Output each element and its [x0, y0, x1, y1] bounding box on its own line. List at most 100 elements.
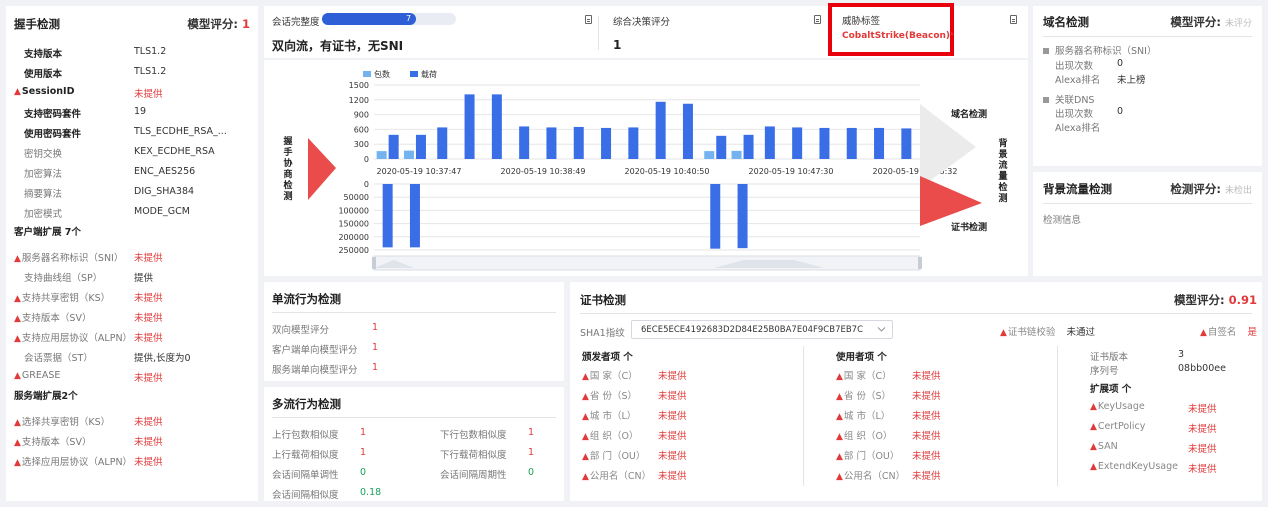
multi-flow-value: 1: [360, 427, 367, 438]
bar-payload[interactable]: [601, 127, 612, 159]
multi-flow-value: 1: [528, 447, 535, 458]
handshake-row: ▲SessionID: [14, 86, 74, 97]
document-icon[interactable]: [585, 15, 592, 24]
bar-packets[interactable]: [731, 150, 742, 159]
bar-packets[interactable]: [704, 151, 715, 159]
warning-icon: ▲: [14, 458, 21, 468]
handshake-row: 支持曲线组（SP）: [14, 270, 102, 284]
single-flow-panel: 单流行为检测 双向模型评分 1 客户端单向模型评分 1 服务端单向模型评分 1: [264, 282, 564, 381]
bar-packets[interactable]: [403, 150, 414, 159]
left-label-char: 手: [283, 146, 292, 158]
bar-payload[interactable]: [491, 94, 502, 159]
threat-value-text: CobaltStrike(Beacon): [842, 31, 951, 41]
multi-flow-panel: 多流行为检测 上行包数相似度 1 上行载荷相似度 1 会话间隔单调性 0 会话间隔相似度 0.…: [264, 387, 564, 501]
handshake-row: 支持密码套件: [14, 106, 81, 120]
warning-icon: ▲: [836, 392, 843, 402]
lower-tick: 50000: [344, 193, 369, 202]
cert-field-value: 未提供: [912, 411, 941, 422]
handshake-row: ▲选择共享密钥（KS）: [14, 414, 110, 428]
bar-payload[interactable]: [628, 127, 639, 159]
serial-label: 序列号: [1090, 366, 1119, 377]
bar-lower[interactable]: [710, 184, 721, 249]
handshake-row: 加密模式: [14, 206, 62, 220]
bar-payload[interactable]: [682, 103, 693, 159]
bar-lower[interactable]: [737, 184, 748, 249]
row-label: 支持应用层协议（ALPN）: [21, 333, 133, 344]
multi-flow-value: 0.18: [360, 487, 382, 498]
bar-payload[interactable]: [792, 127, 803, 159]
bg-score-label: 检测评分:: [1170, 182, 1221, 196]
bar-payload[interactable]: [655, 101, 666, 159]
cert-ext-value: 未提供: [1188, 424, 1217, 435]
dns-alexa-label: Alexa排名: [1055, 123, 1101, 134]
bar-payload[interactable]: [819, 127, 830, 159]
bar-payload[interactable]: [415, 134, 426, 159]
cert-field-label: 城 市（L）: [589, 411, 637, 422]
handshake-row: ▲GREASE: [14, 370, 60, 381]
bar-payload[interactable]: [764, 126, 775, 159]
bar-payload[interactable]: [716, 135, 727, 159]
handshake-row: ▲支持版本（SV）: [14, 310, 91, 324]
domain-score: 模型评分: 未评分: [1170, 14, 1252, 30]
row-label: 密钥交换: [24, 149, 63, 160]
sha1-select[interactable]: 6ECE5ECE4192683D2D84E25B0BA7E04F9CB7EB7C: [631, 320, 893, 339]
cert-field-label: 公用名（CN）: [843, 471, 906, 482]
slider-handle-right[interactable]: [918, 257, 922, 269]
cert-field: ▲省 份（S）: [582, 388, 637, 402]
bar-payload[interactable]: [388, 134, 399, 159]
row-label: 使用密码套件: [24, 129, 82, 140]
bg-traffic-score: 检测评分: 未检出: [1170, 181, 1252, 197]
multi-flow-label: 会话间隔单调性: [272, 470, 339, 481]
cert-field-label: 国 家（C）: [843, 371, 892, 382]
single-flow-value: 1: [372, 322, 379, 333]
handshake-row: ▲支持共享密钥（KS）: [14, 290, 110, 304]
bg-traffic-title: 背景流量检测: [1043, 182, 1112, 196]
single-flow-value: 1: [372, 362, 379, 373]
single-flow-label: 客户端单向模型评分: [272, 345, 358, 356]
handshake-row: 使用密码套件: [14, 126, 81, 140]
single-flow-title: 单流行为检测: [272, 292, 341, 306]
bar-payload[interactable]: [437, 127, 448, 159]
bar-lower[interactable]: [382, 184, 393, 248]
domain-panel: 域名检测 模型评分: 未评分 服务器名称标识（SNI） 出现次数 0 Alexa…: [1033, 6, 1262, 166]
server-ext-title: 服务端扩展2个: [14, 391, 78, 402]
handshake-score-value: 1: [241, 17, 250, 31]
chain-value: 未通过: [1066, 327, 1095, 338]
handshake-row: 支持版本: [14, 46, 62, 60]
cert-field: ▲城 市（L）: [836, 408, 890, 422]
row-label: 摘要算法: [24, 189, 63, 200]
bar-payload[interactable]: [901, 128, 912, 159]
multi-flow-title: 多流行为检测: [272, 397, 341, 411]
square-icon: [1043, 97, 1049, 103]
bar-payload[interactable]: [464, 94, 475, 159]
lower-tick: 150000: [338, 220, 369, 229]
right-mid-label-char: 景: [998, 149, 1007, 160]
zoom-slider[interactable]: [373, 255, 921, 271]
bar-packets[interactable]: [376, 151, 387, 159]
multi-flow-value: 0: [528, 467, 535, 478]
document-icon[interactable]: [1010, 15, 1017, 24]
cert-score-label: 模型评分:: [1174, 293, 1225, 307]
warning-icon: ▲: [582, 412, 589, 422]
row-label: 服务器名称标识（SNI）: [21, 253, 124, 264]
left-arrow-icon: [308, 138, 336, 200]
handshake-row: 加密算法: [14, 166, 62, 180]
cert-field: ▲公用名（CN）: [582, 468, 651, 482]
cert-field-value: 未提供: [658, 391, 687, 402]
bar-payload[interactable]: [546, 127, 557, 159]
cert-ext-label: CertPolicy: [1097, 421, 1146, 432]
bar-payload[interactable]: [743, 134, 754, 159]
bar-payload[interactable]: [519, 126, 530, 159]
warning-icon: ▲: [1200, 328, 1207, 338]
warning-icon: ▲: [14, 371, 21, 381]
slider-handle-left[interactable]: [372, 257, 376, 269]
warning-icon: ▲: [1090, 462, 1097, 472]
row-value: 未提供: [134, 253, 163, 264]
bar-lower[interactable]: [409, 184, 420, 248]
cert-ext-item: ▲KeyUsage: [1090, 401, 1145, 412]
bar-payload[interactable]: [573, 126, 584, 159]
bar-payload[interactable]: [874, 127, 885, 159]
bar-payload[interactable]: [846, 127, 857, 159]
cert-field-value: 未提供: [912, 391, 941, 402]
document-icon[interactable]: [814, 15, 821, 24]
